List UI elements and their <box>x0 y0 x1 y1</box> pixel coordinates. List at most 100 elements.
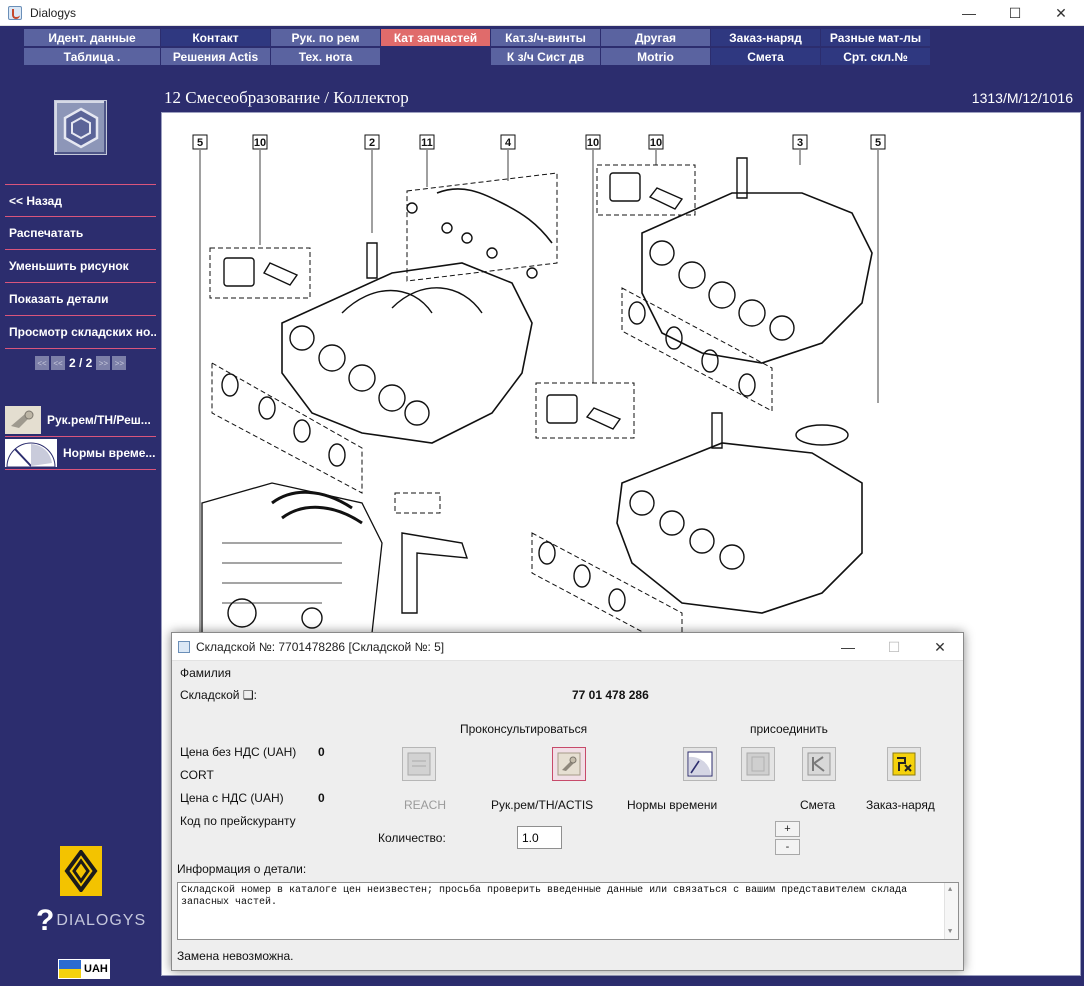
nav-tab-r1-5[interactable]: Кат.з/ч-винты <box>491 29 600 46</box>
price-with-vat-label: Цена с НДС (UAH) <box>180 791 284 805</box>
sidebar-link-manual[interactable]: Рук.рем/ТН/Реш... <box>5 404 156 437</box>
callout-number[interactable]: 5 <box>875 137 881 149</box>
pager-text: 2 / 2 <box>69 356 93 370</box>
part-info-textarea[interactable]: Складской номер в каталоге цен неизвесте… <box>177 882 959 940</box>
maximize-button[interactable]: ☐ <box>992 0 1038 26</box>
dialog-minimize-button[interactable]: — <box>825 633 871 661</box>
manual-actis-button[interactable] <box>552 747 586 781</box>
part-info-text: Складской номер в каталоге цен неизвесте… <box>181 885 908 908</box>
nav-tab-r1-6[interactable]: Другая <box>601 29 710 46</box>
disabled-document-icon <box>746 752 770 776</box>
attach-label: присоединить <box>750 722 828 736</box>
part-info-dialog: Складской №: 7701478286 [Складской №: 5]… <box>171 632 964 971</box>
currency-code: UAH <box>84 963 108 975</box>
work-order-button[interactable] <box>887 747 921 781</box>
sidebar-link-time-norms[interactable]: Нормы време... <box>5 437 156 470</box>
nav-tab-r2-6[interactable]: Motrio <box>601 48 710 65</box>
renault-logo <box>60 846 102 896</box>
sidebar-item-print[interactable]: Распечатать <box>5 217 156 250</box>
dialogys-wordmark: DIALOGYS <box>56 912 147 929</box>
renault-diamond-icon <box>64 850 98 892</box>
window-titlebar: Dialogys — ☐ ✕ <box>0 0 1084 26</box>
work-order-label: Заказ-наряд <box>866 798 935 812</box>
minimize-button[interactable]: — <box>946 0 992 26</box>
callout-number[interactable]: 10 <box>650 137 662 149</box>
nav-tab-r2-1[interactable]: Таблица . <box>24 48 160 65</box>
dialogys-logo: ? DIALOGYS <box>36 906 146 936</box>
nav-empty-slot <box>381 48 490 65</box>
callout-number[interactable]: 5 <box>197 137 203 149</box>
sidebar-item-back[interactable]: << Назад <box>5 184 156 217</box>
manual-actis-label: Рук.рем/ТН/ACTIS <box>491 798 594 812</box>
window-title: Dialogys <box>30 5 77 20</box>
replacement-status: Замена невозможна. <box>177 949 294 963</box>
currency-selector[interactable]: UAH <box>58 959 110 979</box>
pager-last-button[interactable]: >> <box>112 356 127 370</box>
nav-tab-r2-8[interactable]: Срт. скл.№ <box>821 48 930 65</box>
reference-code: 1313/M/12/1016 <box>971 90 1073 106</box>
callout-number[interactable]: 10 <box>587 137 599 149</box>
dialog-maximize-button: ☐ <box>887 638 901 655</box>
attach-disabled-button <box>741 747 775 781</box>
reach-button <box>402 747 436 781</box>
callout-number[interactable]: 10 <box>254 137 266 149</box>
part-info-label: Информация о детали: <box>177 862 307 876</box>
window-controls: — ☐ ✕ <box>946 0 1084 26</box>
callout-number[interactable]: 4 <box>505 137 512 149</box>
ukraine-flag-icon <box>59 960 81 978</box>
quantity-plus-button[interactable]: + <box>775 821 800 837</box>
nav-tab-r1-2[interactable]: Контакт <box>161 29 270 46</box>
price-with-vat-value: 0 <box>318 791 325 805</box>
price-without-vat-value: 0 <box>318 745 325 759</box>
nav-tab-r2-2[interactable]: Решения Actis <box>161 48 270 65</box>
sidebar-item-show-details[interactable]: Показать детали <box>5 283 156 316</box>
hex-nut-icon <box>63 107 98 148</box>
pager-next-button[interactable]: >> <box>96 356 111 370</box>
callout-number[interactable]: 3 <box>797 137 803 149</box>
cort-label: CORT <box>180 768 214 782</box>
nav-tab-r1-1[interactable]: Идент. данные <box>24 29 160 46</box>
sidebar-item-stock-numbers[interactable]: Просмотр складских но... <box>5 316 156 349</box>
nav-tab-r1-8[interactable]: Разные мат-лы <box>821 29 930 46</box>
nav-tab-r2-5[interactable]: К з/ч Сист дв <box>491 48 600 65</box>
sidebar-menu: << Назад Распечатать Уменьшить рисунок Пока… <box>5 184 156 349</box>
nav-tab-r1-3[interactable]: Рук. по рем <box>271 29 380 46</box>
pricelist-code-label: Код по прейскуранту <box>180 814 296 828</box>
pager-prev-button[interactable]: << <box>51 356 65 370</box>
dialogys-question-icon: ? <box>36 904 55 937</box>
reach-label: REACH <box>404 798 447 812</box>
nav-tab-r1-4[interactable]: Кат запчастей <box>381 29 490 46</box>
nav-tab-r1-7[interactable]: Заказ-наряд <box>711 29 820 46</box>
consult-label: Проконсультироваться <box>460 722 588 736</box>
nav-tab-r2-7[interactable]: Смета <box>711 48 820 65</box>
time-norms-button[interactable] <box>683 747 717 781</box>
estimate-button[interactable] <box>802 747 836 781</box>
part-info-scrollbar[interactable] <box>944 883 958 939</box>
callout-labels: 5 10 2 11 4 10 10 3 5 <box>192 134 886 150</box>
dialog-titlebar: Складской №: 7701478286 [Складской №: 5]… <box>172 633 963 661</box>
sidebar-link-time-norms-label: Нормы време... <box>63 446 156 460</box>
manual-thumbnail-icon <box>5 406 41 434</box>
wrench-book-icon <box>557 752 581 776</box>
callout-number[interactable]: 11 <box>421 137 433 149</box>
dialog-close-button[interactable]: ✕ <box>917 633 963 661</box>
sidebar-link-manual-label: Рук.рем/ТН/Реш... <box>47 413 151 427</box>
time-norms-label: Нормы времени <box>627 798 718 812</box>
work-order-icon <box>892 752 916 776</box>
page-pager: << << 2 / 2 >> >> <box>35 356 127 370</box>
quantity-input[interactable] <box>517 826 562 849</box>
dialog-title: Складской №: 7701478286 [Складской №: 5] <box>196 639 445 654</box>
estimate-label: Смета <box>800 798 836 812</box>
java-app-icon <box>8 5 22 20</box>
estimate-icon <box>807 752 831 776</box>
dialog-app-icon <box>178 640 190 653</box>
quantity-minus-button[interactable]: - <box>775 839 800 855</box>
section-title: 12 Смесеобразование / Коллектор <box>164 88 409 107</box>
clock-thumbnail-icon <box>5 439 57 468</box>
nav-tab-r2-3[interactable]: Тех. нота <box>271 48 380 65</box>
clock-icon <box>687 751 713 777</box>
close-button[interactable]: ✕ <box>1038 0 1084 26</box>
pager-first-button[interactable]: << <box>35 356 49 370</box>
sidebar-item-zoom-out[interactable]: Уменьшить рисунок <box>5 250 156 283</box>
callout-number[interactable]: 2 <box>369 137 375 149</box>
